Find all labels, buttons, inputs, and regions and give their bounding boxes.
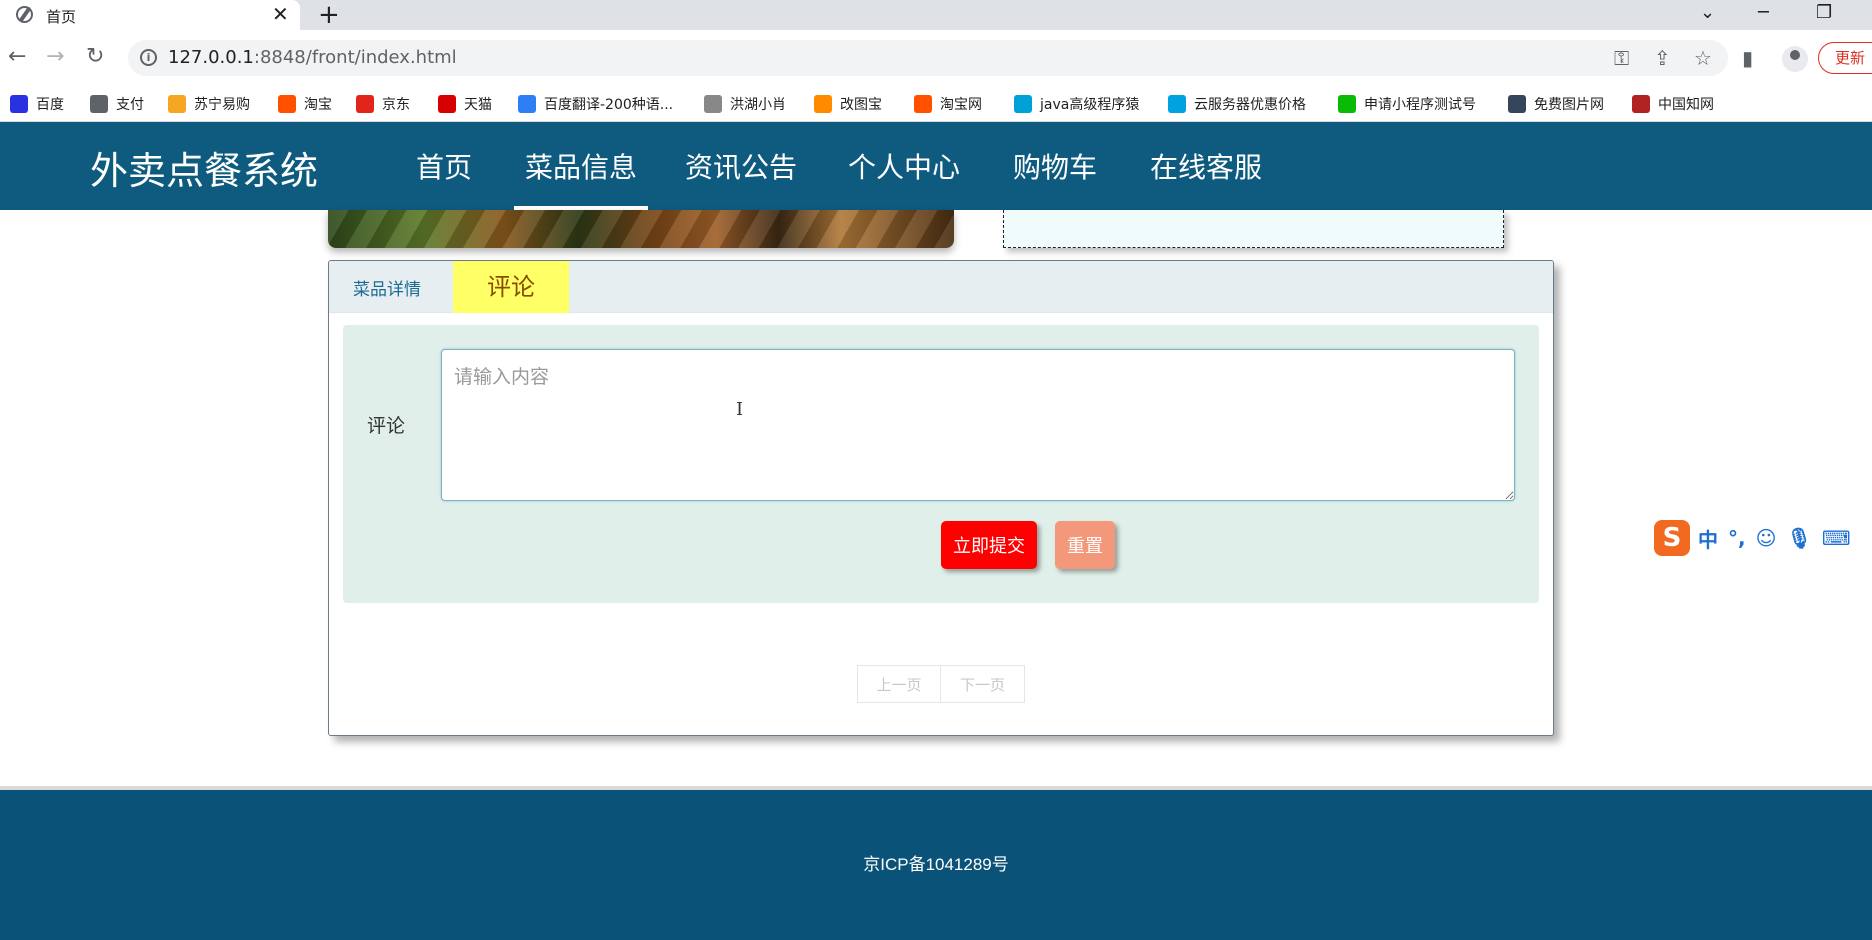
update-button[interactable]: 更新 bbox=[1818, 42, 1872, 74]
nav-support[interactable]: 在线客服 bbox=[1150, 146, 1262, 186]
dish-image bbox=[328, 210, 954, 248]
nav-cart[interactable]: 购物车 bbox=[1013, 146, 1097, 186]
bookmark-label: 百度 bbox=[36, 97, 64, 113]
bookmark-label: 京东 bbox=[382, 97, 410, 113]
sogou-ime-icon[interactable]: S bbox=[1654, 520, 1690, 556]
bookmark-item[interactable]: 苏宁易购 bbox=[168, 90, 250, 118]
pagination: 上一页 下一页 bbox=[857, 665, 1025, 703]
profile-avatar[interactable] bbox=[1782, 46, 1808, 72]
bookmark-item[interactable]: 淘宝 bbox=[278, 90, 332, 118]
bookmark-star-icon[interactable]: ☆ bbox=[1694, 46, 1712, 70]
browser-tab[interactable]: 首页 ✕ bbox=[0, 0, 300, 30]
nav-home[interactable]: 首页 bbox=[416, 146, 472, 186]
bookmark-item[interactable]: 云服务器优惠价格 bbox=[1168, 90, 1306, 118]
bookmark-item[interactable]: 中国知网 bbox=[1632, 90, 1714, 118]
share-icon[interactable]: ⇪ bbox=[1654, 46, 1671, 70]
bookmark-item[interactable]: 淘宝网 bbox=[914, 90, 982, 118]
bookmark-label: 免费图片网 bbox=[1534, 97, 1604, 113]
back-icon[interactable]: ← bbox=[8, 44, 26, 69]
taobao-icon bbox=[278, 95, 296, 113]
site-info-icon[interactable]: i bbox=[140, 49, 157, 66]
comment-label: 评论 bbox=[367, 415, 406, 437]
bookmark-item[interactable]: 改图宝 bbox=[814, 90, 882, 118]
tumblr-icon bbox=[1508, 95, 1526, 113]
emoji-icon[interactable]: ☺ bbox=[1756, 526, 1777, 550]
detail-tabs: 菜品详情 评论 bbox=[329, 261, 1553, 313]
tab-search-icon[interactable]: ⌄ bbox=[1700, 2, 1715, 23]
ime-toolbar: S 中 °, ☺ 🎙 ⌨ bbox=[1654, 518, 1872, 558]
bookmark-item[interactable]: 支付 bbox=[90, 90, 144, 118]
next-page-button[interactable]: 下一页 bbox=[941, 665, 1025, 703]
gaitubao-icon bbox=[814, 95, 832, 113]
submit-button[interactable]: 立即提交 bbox=[941, 521, 1037, 569]
jd-icon bbox=[356, 95, 374, 113]
new-tab-button[interactable]: + bbox=[318, 0, 340, 30]
side-panel-icon[interactable]: ▮ bbox=[1742, 46, 1753, 70]
wechat-icon bbox=[1338, 95, 1356, 113]
bookmark-label: 苏宁易购 bbox=[194, 97, 250, 113]
translate-icon bbox=[518, 95, 536, 113]
bookmark-item[interactable]: 洪湖小肖 bbox=[704, 90, 786, 118]
bookmark-item[interactable]: 天猫 bbox=[438, 90, 492, 118]
globe-icon bbox=[90, 95, 108, 113]
bookmark-item[interactable]: 百度 bbox=[10, 90, 64, 118]
keyboard-icon[interactable]: ⌨ bbox=[1822, 526, 1851, 550]
tmall-icon bbox=[438, 95, 456, 113]
bookmark-label: 支付 bbox=[116, 97, 144, 113]
taobao-icon bbox=[914, 95, 932, 113]
cloud-icon bbox=[1168, 95, 1186, 113]
tab-title: 首页 bbox=[46, 8, 77, 26]
nav-profile[interactable]: 个人中心 bbox=[848, 146, 960, 186]
dish-info-box bbox=[1003, 210, 1504, 248]
prev-page-button[interactable]: 上一页 bbox=[857, 665, 941, 703]
site-footer: 京ICP备1041289号 bbox=[0, 786, 1872, 940]
nav-news[interactable]: 资讯公告 bbox=[685, 146, 797, 186]
reset-button[interactable]: 重置 bbox=[1055, 521, 1115, 569]
detail-panel: 菜品详情 评论 评论 I 立即提交 重置 上一页 下一页 bbox=[328, 260, 1554, 736]
bookmark-item[interactable]: 百度翻译-200种语... bbox=[518, 90, 673, 118]
ime-mode[interactable]: 中 bbox=[1698, 524, 1718, 553]
restore-icon[interactable]: ❐ bbox=[1816, 2, 1832, 23]
bookmark-item[interactable]: 京东 bbox=[356, 90, 410, 118]
globe-icon bbox=[16, 6, 33, 23]
url-text[interactable]: 127.0.0.1:8848/front/index.html bbox=[168, 47, 457, 68]
bilibili-icon bbox=[1014, 95, 1032, 113]
icp-text: 京ICP备1041289号 bbox=[863, 855, 1009, 874]
key-icon[interactable]: ⚿ bbox=[1614, 46, 1629, 70]
bookmark-label: 淘宝 bbox=[304, 97, 332, 113]
reload-icon[interactable]: ↻ bbox=[86, 44, 104, 69]
forward-icon[interactable]: → bbox=[46, 44, 64, 69]
tab-comments[interactable]: 评论 bbox=[453, 261, 569, 313]
bookmark-label: 淘宝网 bbox=[940, 97, 982, 113]
tab-dish-detail[interactable]: 菜品详情 bbox=[353, 275, 421, 300]
bookmark-label: 洪湖小肖 bbox=[730, 97, 786, 113]
close-tab-icon[interactable]: ✕ bbox=[272, 2, 289, 26]
text-cursor-icon: I bbox=[736, 399, 744, 420]
microphone-icon[interactable]: 🎙 bbox=[1786, 526, 1811, 550]
comment-textarea[interactable] bbox=[441, 349, 1515, 501]
bookmark-label: 改图宝 bbox=[840, 97, 882, 113]
bookmark-label: 申请小程序测试号 bbox=[1364, 97, 1476, 113]
minimize-icon[interactable]: ─ bbox=[1758, 2, 1769, 23]
bookmark-item[interactable]: 申请小程序测试号 bbox=[1338, 90, 1476, 118]
bookmark-label: java高级程序猿 bbox=[1040, 97, 1140, 113]
baidu-icon bbox=[10, 95, 28, 113]
bookmark-item[interactable]: 免费图片网 bbox=[1508, 90, 1604, 118]
bookmark-label: 云服务器优惠价格 bbox=[1194, 97, 1306, 113]
comment-form: 评论 I 立即提交 重置 bbox=[343, 325, 1539, 603]
nav-dishes[interactable]: 菜品信息 bbox=[525, 146, 637, 186]
cnki-icon bbox=[1632, 95, 1650, 113]
suning-icon bbox=[168, 95, 186, 113]
bookmark-label: 中国知网 bbox=[1658, 97, 1714, 113]
ime-punct[interactable]: °, bbox=[1728, 526, 1746, 550]
bookmark-item[interactable]: java高级程序猿 bbox=[1014, 90, 1139, 118]
bookmark-label: 天猫 bbox=[464, 97, 492, 113]
feather-icon bbox=[704, 95, 722, 113]
site-title: 外卖点餐系统 bbox=[90, 149, 319, 193]
bookmark-label: 百度翻译-200种语... bbox=[544, 97, 674, 113]
